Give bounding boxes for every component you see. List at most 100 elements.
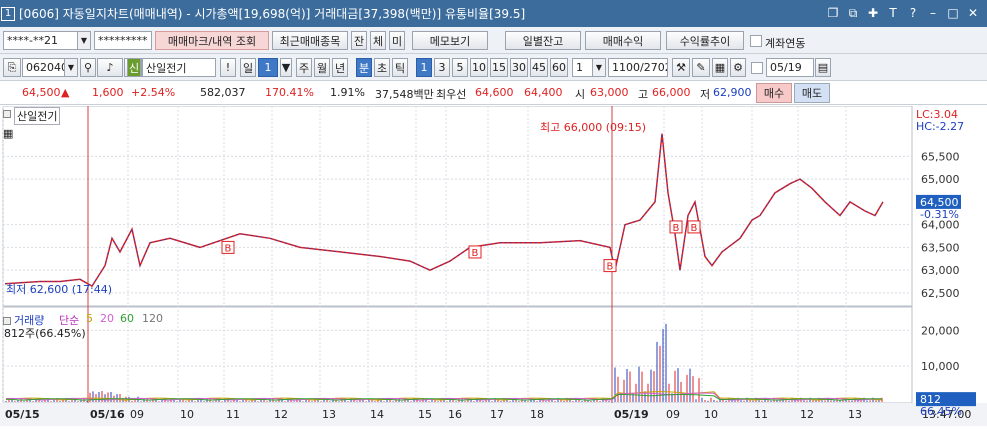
date-checkbox[interactable] [751,62,763,74]
current-pct-label: -0.31% [920,208,959,221]
toolbar-stock: ⎘ 062040 ▼ ⚲ ♪ ◂ 신 산일전기 ! 일 1 ▼ 주 월 년 분 … [0,54,987,81]
volume-pct-label: 66.45% [920,405,962,418]
restore-icon[interactable]: ❐ [825,5,841,21]
interval-60-button[interactable]: 60 [550,58,568,77]
volume-subtitle: 812주(66.45%) [4,327,86,340]
maximize-icon[interactable]: □ [945,5,961,21]
stock-name-field[interactable]: 산일전기 [142,58,216,77]
interval-30-button[interactable]: 30 [510,58,528,77]
volume-axis-label: 20,000 [921,324,960,337]
period-tick-button[interactable]: 틱 [392,58,408,77]
ma20-label: 20 [100,312,114,325]
volume-panel-checkbox[interactable] [3,317,11,325]
time-axis-label: 16 [448,408,462,421]
tab-mi[interactable]: 미 [389,31,405,50]
price-axis-label: 63,500 [921,241,960,254]
close-icon[interactable]: ✕ [965,5,981,21]
time-axis-label: 09 [130,408,144,421]
time-axis-label: 13 [848,408,862,421]
toolbar-account: ****-**21 ▼ ********* 매매마크/내역 조회 최근매매종목 … [0,27,987,54]
period-day-button[interactable]: 일 [240,58,256,77]
recent-stocks-button[interactable]: 최근매매종목 [272,31,348,50]
account-select[interactable]: ****-**21 ▼ [3,31,91,50]
up-arrow-icon: ▲ [61,86,70,99]
table-icon[interactable]: ▦ [3,127,13,140]
trade-mark-button[interactable]: 매매마크/내역 조회 [155,31,269,50]
price-axis-label: 62,500 [921,287,960,300]
price-axis-label: 65,500 [921,150,960,163]
profit-rate-button[interactable]: 수익률추이 [666,31,744,50]
period-minute-button[interactable]: 분 [356,58,372,77]
stock-code-input[interactable]: 062040 ▼ [22,58,78,77]
minimize-icon[interactable]: – [925,5,941,21]
price-axis-label: 65,000 [921,173,960,186]
data-count-field[interactable]: 1100/2702 [608,58,668,77]
ask-price: 64,600 [475,86,514,99]
stock-list-icon[interactable]: ⎘ [3,58,21,77]
interval-10-button[interactable]: 10 [470,58,488,77]
memo-button[interactable]: 메모보기 [412,31,488,50]
account-value: ****-**21 [7,34,58,47]
stock-code-value: 062040 [26,61,68,74]
buy-mark-label: B [472,248,479,259]
ma60-label: 60 [120,312,134,325]
chart-area: 65,500 65,000 64,000 63,500 63,000 62,500 20,0… [0,105,987,426]
chevron-down-icon[interactable]: ▼ [592,59,605,76]
sound-icon[interactable]: ♪ [97,58,123,77]
time-axis-label: 10 [180,408,194,421]
buy-mark-label: B [225,243,232,254]
stock-label: 산일전기 [14,107,61,125]
account-link-checkbox[interactable] [750,35,762,47]
open-price: 63,000 [590,86,629,99]
period-second-button[interactable]: 초 [374,58,390,77]
tools-icon[interactable]: ⚒ [672,58,690,77]
daily-balance-button[interactable]: 일별잔고 [505,31,581,50]
price-volume-chart[interactable]: 65,50065,00064,00063,50063,00062,50020,0… [0,105,987,426]
bid-price: 64,400 [524,86,563,99]
date-field[interactable]: 05/19 [766,58,814,77]
interval-15-button[interactable]: 15 [490,58,508,77]
trade-profit-button[interactable]: 매매수익 [585,31,661,50]
account-link-label: 계좌연동 [765,37,806,50]
period-week-button[interactable]: 주 [296,58,312,77]
draw-icon[interactable]: ✎ [692,58,710,77]
buy-button[interactable]: 매수 [756,83,792,103]
font-size-icon[interactable]: T [885,5,901,21]
panel-checkbox[interactable] [3,110,11,118]
best-quote-label: 최우선 [436,88,467,101]
grid-icon[interactable]: ▦ [712,58,728,77]
period-num-input[interactable]: 1 [258,58,278,77]
interval-select[interactable]: 1 ▼ [572,58,606,77]
period-month-button[interactable]: 월 [314,58,330,77]
time-axis-label: 05/19 [614,408,649,421]
quote-bar: 64,500 ▲ 1,600 +2.54% 582,037 170.41% 1.… [0,81,987,105]
interval-5-button[interactable]: 5 [452,58,468,77]
password-field[interactable]: ********* [94,31,152,50]
chevron-down-icon[interactable]: ▼ [64,59,77,76]
time-axis-label: 11 [754,408,768,421]
high-price: 66,000 [652,86,691,99]
chevron-down-icon[interactable]: ▼ [280,58,292,77]
hc-label: HC:-2.27 [916,120,965,133]
ma5-label: 5 [86,312,93,325]
time-axis-label: 17 [490,408,504,421]
sell-button[interactable]: 매도 [794,83,830,103]
chevron-down-icon[interactable]: ▼ [77,32,90,49]
interval-45-button[interactable]: 45 [530,58,548,77]
help-icon[interactable]: ? [905,5,921,21]
copy-icon[interactable]: ⧉ [845,5,861,21]
tab-jan[interactable]: 잔 [351,31,367,50]
volume-axis-label: 10,000 [921,360,960,373]
interval-3-button[interactable]: 3 [434,58,450,77]
warning-icon[interactable]: ! [220,58,236,77]
time-axis-label: 14 [370,408,384,421]
period-year-button[interactable]: 년 [332,58,348,77]
tab-che[interactable]: 체 [370,31,386,50]
interval-1-button[interactable]: 1 [416,58,432,77]
time-axis-label: 12 [800,408,814,421]
calendar-icon[interactable]: ▤ [815,58,831,77]
settings-icon[interactable]: ⚙ [730,58,746,77]
pin-icon[interactable]: ✚ [865,5,881,21]
window-title: [0606] 자동일지차트(매매내역) - 시가총액[19,698(억)] 거래… [19,7,526,21]
search-icon[interactable]: ⚲ [80,58,96,77]
